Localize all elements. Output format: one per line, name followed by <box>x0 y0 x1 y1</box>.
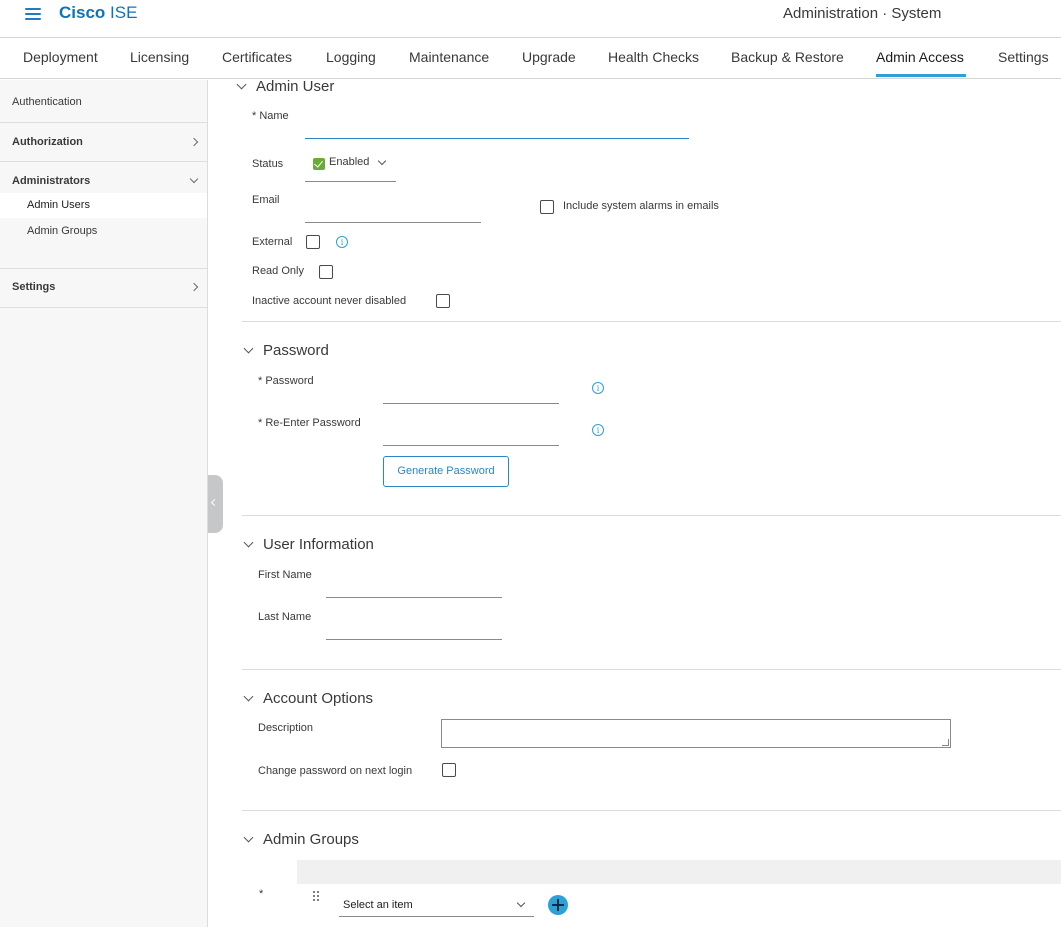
sidebar-item-label: Settings <box>12 281 56 293</box>
tab-health-checks[interactable]: Health Checks <box>608 49 699 65</box>
tab-certificates[interactable]: Certificates <box>222 49 292 65</box>
name-input[interactable] <box>305 119 689 139</box>
sidebar-item-authorization[interactable]: Authorization <box>0 136 207 156</box>
sidebar-item-label: Admin Users <box>27 199 90 211</box>
tab-bar: Deployment Licensing Certificates Loggin… <box>0 39 1061 79</box>
info-icon[interactable]: i <box>592 424 604 436</box>
chevron-down-icon <box>377 156 387 166</box>
external-label: External <box>252 236 293 248</box>
first-name-label: First Name <box>258 569 312 581</box>
external-checkbox[interactable] <box>306 235 320 249</box>
sidebar-item-label: Administrators <box>12 175 91 187</box>
tab-logging[interactable]: Logging <box>326 49 376 65</box>
admin-groups-header-band <box>297 860 1061 884</box>
last-name-label: Last Name <box>258 611 312 623</box>
inactive-account-checkbox[interactable] <box>436 294 450 308</box>
sidebar-divider <box>0 161 207 162</box>
first-name-input[interactable] <box>326 578 502 598</box>
admin-group-select[interactable]: Select an item <box>339 895 534 917</box>
last-name-input[interactable] <box>326 620 502 640</box>
chevron-down-icon <box>516 898 526 908</box>
tab-upgrade[interactable]: Upgrade <box>522 49 576 65</box>
password-input[interactable] <box>383 384 559 404</box>
description-label: Description <box>258 722 314 734</box>
section-collapse-chevron-icon[interactable] <box>243 537 254 548</box>
page-heading: Administration · System <box>783 5 942 22</box>
brand-name-bold: Cisco <box>59 3 106 22</box>
add-group-plus-icon[interactable] <box>548 895 568 915</box>
tab-admin-access[interactable]: Admin Access <box>876 49 964 65</box>
section-title-admin-groups: Admin Groups <box>263 831 359 848</box>
info-icon[interactable]: i <box>336 236 348 248</box>
hamburger-menu-icon[interactable] <box>25 8 41 20</box>
status-label: Status <box>252 158 284 170</box>
section-title-user-information: User Information <box>263 536 374 553</box>
info-icon[interactable]: i <box>592 382 604 394</box>
sidebar-item-admin-users[interactable]: Admin Users <box>0 193 207 218</box>
sidebar-item-authentication[interactable]: Authentication <box>0 96 207 116</box>
read-only-checkbox[interactable] <box>319 265 333 279</box>
sidebar-item-administrators[interactable]: Administrators <box>0 174 207 195</box>
section-collapse-chevron-icon[interactable] <box>243 343 254 354</box>
brand-name-light: ISE <box>105 3 138 22</box>
sidebar-divider <box>0 122 207 123</box>
enabled-check-icon <box>313 158 325 170</box>
include-alarms-label: Include system alarms in emails <box>563 200 719 212</box>
generate-password-button[interactable]: Generate Password <box>383 456 509 487</box>
section-divider <box>242 810 1061 811</box>
change-password-label: Change password on next login <box>258 765 413 777</box>
change-password-checkbox[interactable] <box>442 763 456 777</box>
section-divider <box>242 515 1061 516</box>
drag-handle-icon[interactable] <box>313 891 321 903</box>
tab-backup-restore[interactable]: Backup & Restore <box>731 49 844 65</box>
active-tab-indicator <box>876 74 966 77</box>
section-divider <box>242 669 1061 670</box>
sidebar-item-label: Authentication <box>12 96 82 108</box>
status-value: Enabled <box>329 156 370 168</box>
sidebar: Authentication Authorization Administrat… <box>0 80 208 927</box>
reenter-password-label: * Re-Enter Password <box>258 417 361 429</box>
reenter-password-input[interactable] <box>383 426 559 446</box>
tab-licensing[interactable]: Licensing <box>130 49 189 65</box>
inactive-account-label: Inactive account never disabled <box>252 295 407 307</box>
chevron-right-icon <box>189 282 199 292</box>
section-divider <box>242 321 1061 322</box>
email-input[interactable] <box>305 203 481 223</box>
sidebar-divider <box>0 268 207 269</box>
sidebar-item-settings[interactable]: Settings <box>0 281 207 301</box>
select-placeholder: Select an item <box>343 899 413 911</box>
section-title-admin-user: Admin User <box>256 78 335 95</box>
section-title-account-options: Account Options <box>263 690 374 707</box>
sidebar-item-admin-groups[interactable]: Admin Groups <box>0 219 207 244</box>
main-content: Admin User * Name Status Enabled Email I… <box>208 78 1061 927</box>
description-textarea[interactable] <box>441 719 951 748</box>
sidebar-divider <box>0 307 207 308</box>
section-collapse-chevron-icon[interactable] <box>243 691 254 702</box>
sidebar-item-label: Admin Groups <box>27 225 98 237</box>
tab-deployment[interactable]: Deployment <box>23 49 98 65</box>
read-only-label: Read Only <box>252 265 304 277</box>
tab-maintenance[interactable]: Maintenance <box>409 49 489 65</box>
section-collapse-chevron-icon[interactable] <box>236 79 247 90</box>
sidebar-item-label: Authorization <box>12 136 83 148</box>
required-marker: * <box>259 888 264 900</box>
chevron-down-icon <box>189 174 199 184</box>
section-collapse-chevron-icon[interactable] <box>243 832 254 843</box>
section-title-password: Password <box>263 342 329 359</box>
email-label: Email <box>252 194 280 206</box>
name-label: * Name <box>252 110 289 122</box>
include-alarms-checkbox[interactable] <box>540 200 554 214</box>
brand-logo[interactable]: Cisco ISE <box>59 3 137 23</box>
chevron-right-icon <box>189 137 199 147</box>
password-label: * Password <box>258 375 314 387</box>
tab-settings[interactable]: Settings <box>998 49 1049 65</box>
top-bar: Cisco ISE Administration · System <box>0 0 1061 38</box>
status-dropdown[interactable]: Enabled <box>305 152 396 182</box>
resize-grip-icon[interactable] <box>942 739 949 746</box>
